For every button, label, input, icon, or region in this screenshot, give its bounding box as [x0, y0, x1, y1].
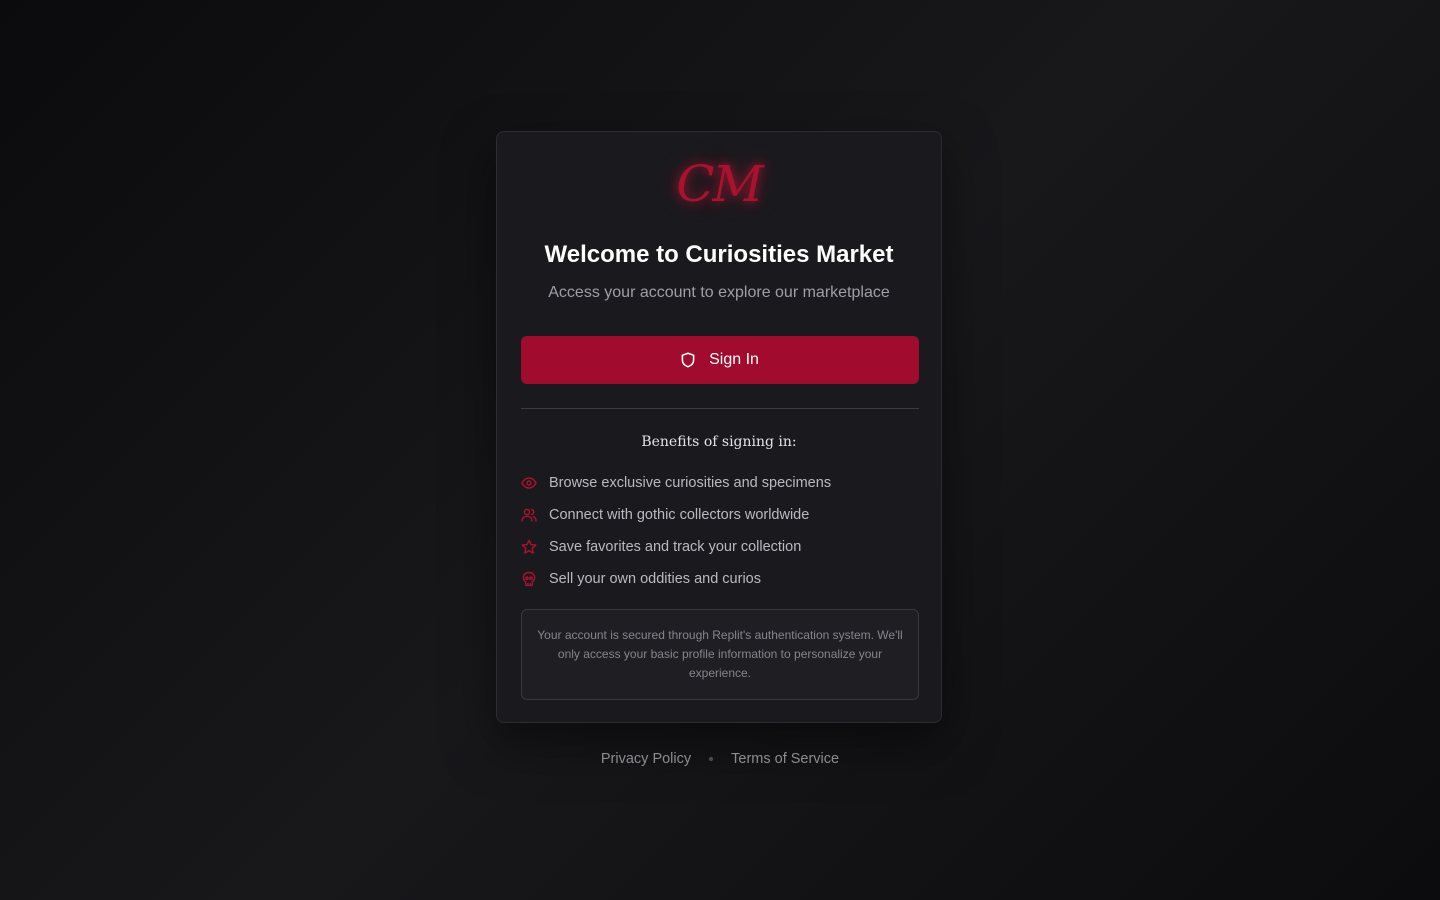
- footer: Privacy Policy Terms of Service: [0, 748, 1440, 770]
- benefit-item: Sell your own oddities and curios: [521, 563, 919, 595]
- page-title: Welcome to Curiosities Market: [544, 241, 894, 268]
- privacy-policy-link[interactable]: Privacy Policy: [601, 748, 691, 770]
- login-card: CM Welcome to Curiosities Market Access …: [496, 131, 942, 723]
- eye-icon: [521, 475, 537, 491]
- benefit-item: Browse exclusive curiosities and specime…: [521, 467, 919, 499]
- page-subtitle: Access your account to explore our marke…: [548, 284, 890, 301]
- sign-in-label: Sign In: [709, 351, 759, 368]
- benefit-label: Sell your own oddities and curios: [549, 571, 761, 587]
- benefit-item: Save favorites and track your collection: [521, 531, 919, 563]
- benefit-label: Save favorites and track your collection: [549, 539, 802, 555]
- terms-of-service-link[interactable]: Terms of Service: [731, 748, 839, 770]
- benefit-item: Connect with gothic collectors worldwide: [521, 499, 919, 531]
- brand-logo: CM: [676, 155, 763, 213]
- benefits-list: Browse exclusive curiosities and specime…: [521, 467, 919, 595]
- star-icon: [521, 539, 537, 555]
- shield-icon: [681, 352, 695, 368]
- benefits-heading: Benefits of signing in:: [641, 434, 797, 450]
- skull-icon: [521, 571, 537, 587]
- benefit-label: Connect with gothic collectors worldwide: [549, 507, 810, 523]
- divider: [521, 408, 919, 409]
- benefit-label: Browse exclusive curiosities and specime…: [549, 475, 832, 491]
- security-notice: Your account is secured through Replit's…: [521, 609, 919, 700]
- sign-in-button[interactable]: Sign In: [521, 336, 919, 384]
- users-icon: [521, 507, 537, 523]
- footer-separator: [709, 757, 714, 761]
